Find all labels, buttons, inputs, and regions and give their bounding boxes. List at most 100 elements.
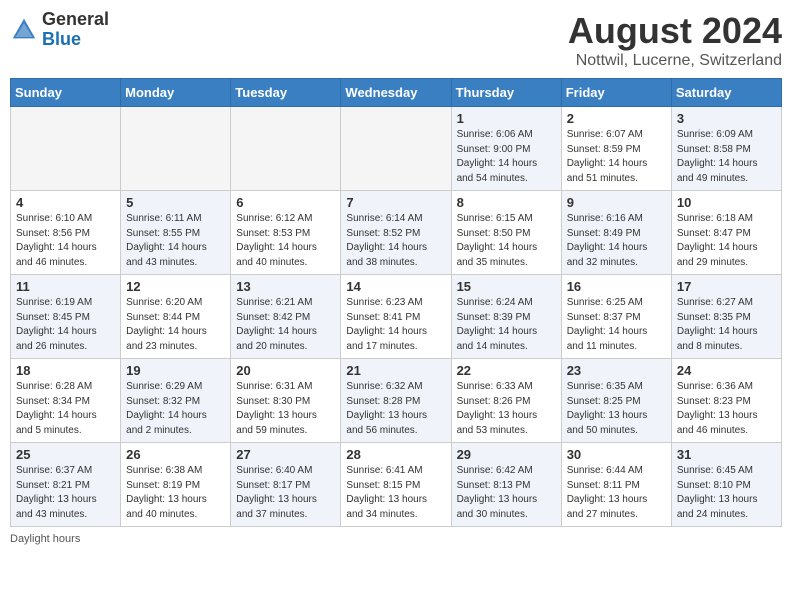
title-area: August 2024 Nottwil, Lucerne, Switzerlan…	[568, 10, 782, 70]
day-number: 29	[457, 447, 556, 462]
day-info: Sunrise: 6:35 AM Sunset: 8:25 PM Dayligh…	[567, 380, 666, 438]
day-header-friday: Friday	[561, 79, 671, 107]
calendar-cell: 6Sunrise: 6:12 AM Sunset: 8:53 PM Daylig…	[231, 191, 341, 275]
day-number: 1	[457, 111, 556, 126]
day-number: 24	[677, 363, 776, 378]
day-number: 28	[346, 447, 445, 462]
day-number: 16	[567, 279, 666, 294]
day-number: 9	[567, 195, 666, 210]
calendar-cell: 20 Sunrise: 6:31 AM Sunset: 8:30 PM Dayli…	[231, 359, 341, 443]
header: General Blue August 2024 Nottwil, Lucern…	[10, 10, 782, 70]
calendar-cell: 31 Sunrise: 6:45 AM Sunset: 8:10 PM Dayli…	[671, 443, 781, 527]
calendar-cell	[11, 107, 121, 191]
calendar-cell: 1Sunrise: 6:06 AM Sunset: 9:00 PM Daylig…	[451, 107, 561, 191]
day-info: Sunrise: 6:18 AM Sunset: 8:47 PM Dayligh…	[677, 212, 776, 270]
calendar-cell: 24 Sunrise: 6:36 AM Sunset: 8:23 PM Dayli…	[671, 359, 781, 443]
day-number: 4	[16, 195, 115, 210]
week-row-4: 18 Sunrise: 6:28 AM Sunset: 8:34 PM Dayli…	[11, 359, 782, 443]
day-info: Sunrise: 6:33 AM Sunset: 8:26 PM Dayligh…	[457, 380, 556, 438]
day-number: 20	[236, 363, 335, 378]
calendar-cell: 27Sunrise: 6:40 AM Sunset: 8:17 PM Dayli…	[231, 443, 341, 527]
day-number: 3	[677, 111, 776, 126]
day-number: 19	[126, 363, 225, 378]
day-info: Sunrise: 6:32 AM Sunset: 8:28 PM Dayligh…	[346, 380, 445, 438]
calendar-cell: 15 Sunrise: 6:24 AM Sunset: 8:39 PM Dayli…	[451, 275, 561, 359]
calendar-cell: 9Sunrise: 6:16 AM Sunset: 8:49 PM Daylig…	[561, 191, 671, 275]
day-info: Sunrise: 6:24 AM Sunset: 8:39 PM Dayligh…	[457, 296, 556, 354]
day-info: Sunrise: 6:15 AM Sunset: 8:50 PM Dayligh…	[457, 212, 556, 270]
day-header-saturday: Saturday	[671, 79, 781, 107]
day-number: 7	[346, 195, 445, 210]
day-number: 18	[16, 363, 115, 378]
day-number: 21	[346, 363, 445, 378]
day-info: Sunrise: 6:28 AM Sunset: 8:34 PM Dayligh…	[16, 380, 115, 438]
day-info: Sunrise: 6:31 AM Sunset: 8:30 PM Dayligh…	[236, 380, 335, 438]
calendar-cell: 19Sunrise: 6:29 AM Sunset: 8:32 PM Dayli…	[121, 359, 231, 443]
day-info: Sunrise: 6:42 AM Sunset: 8:13 PM Dayligh…	[457, 464, 556, 522]
week-row-2: 4 Sunrise: 6:10 AM Sunset: 8:56 PM Daylig…	[11, 191, 782, 275]
day-number: 31	[677, 447, 776, 462]
day-info: Sunrise: 6:09 AM Sunset: 8:58 PM Dayligh…	[677, 128, 776, 186]
logo: General Blue	[10, 10, 109, 50]
calendar-title: August 2024	[568, 10, 782, 52]
day-header-wednesday: Wednesday	[341, 79, 451, 107]
calendar-cell: 28 Sunrise: 6:41 AM Sunset: 8:15 PM Dayli…	[341, 443, 451, 527]
calendar-cell: 7 Sunrise: 6:14 AM Sunset: 8:52 PM Daylig…	[341, 191, 451, 275]
day-info: Sunrise: 6:21 AM Sunset: 8:42 PM Dayligh…	[236, 296, 335, 354]
calendar-cell	[231, 107, 341, 191]
calendar-cell: 8 Sunrise: 6:15 AM Sunset: 8:50 PM Daylig…	[451, 191, 561, 275]
calendar-cell: 17Sunrise: 6:27 AM Sunset: 8:35 PM Dayli…	[671, 275, 781, 359]
week-row-3: 11Sunrise: 6:19 AM Sunset: 8:45 PM Dayli…	[11, 275, 782, 359]
day-number: 23	[567, 363, 666, 378]
day-info: Sunrise: 6:14 AM Sunset: 8:52 PM Dayligh…	[346, 212, 445, 270]
calendar-table: SundayMondayTuesdayWednesdayThursdayFrid…	[10, 78, 782, 527]
day-number: 25	[16, 447, 115, 462]
day-number: 12	[126, 279, 225, 294]
calendar-cell: 10 Sunrise: 6:18 AM Sunset: 8:47 PM Dayli…	[671, 191, 781, 275]
day-number: 5	[126, 195, 225, 210]
calendar-cell: 29 Sunrise: 6:42 AM Sunset: 8:13 PM Dayli…	[451, 443, 561, 527]
day-info: Sunrise: 6:44 AM Sunset: 8:11 PM Dayligh…	[567, 464, 666, 522]
calendar-cell: 25 Sunrise: 6:37 AM Sunset: 8:21 PM Dayli…	[11, 443, 121, 527]
day-info: Sunrise: 6:45 AM Sunset: 8:10 PM Dayligh…	[677, 464, 776, 522]
day-header-sunday: Sunday	[11, 79, 121, 107]
day-info: Sunrise: 6:20 AM Sunset: 8:44 PM Dayligh…	[126, 296, 225, 354]
day-header-tuesday: Tuesday	[231, 79, 341, 107]
calendar-cell: 21 Sunrise: 6:32 AM Sunset: 8:28 PM Dayli…	[341, 359, 451, 443]
calendar-cell: 22 Sunrise: 6:33 AM Sunset: 8:26 PM Dayli…	[451, 359, 561, 443]
day-number: 8	[457, 195, 556, 210]
calendar-cell: 30 Sunrise: 6:44 AM Sunset: 8:11 PM Dayli…	[561, 443, 671, 527]
day-info: Sunrise: 6:07 AM Sunset: 8:59 PM Dayligh…	[567, 128, 666, 186]
day-info: Sunrise: 6:36 AM Sunset: 8:23 PM Dayligh…	[677, 380, 776, 438]
day-number: 22	[457, 363, 556, 378]
week-row-1: 1Sunrise: 6:06 AM Sunset: 9:00 PM Daylig…	[11, 107, 782, 191]
day-header-monday: Monday	[121, 79, 231, 107]
logo-icon	[10, 16, 38, 44]
day-number: 14	[346, 279, 445, 294]
day-info: Sunrise: 6:25 AM Sunset: 8:37 PM Dayligh…	[567, 296, 666, 354]
day-info: Sunrise: 6:41 AM Sunset: 8:15 PM Dayligh…	[346, 464, 445, 522]
calendar-subtitle: Nottwil, Lucerne, Switzerland	[568, 52, 782, 70]
day-number: 2	[567, 111, 666, 126]
day-number: 26	[126, 447, 225, 462]
week-row-5: 25 Sunrise: 6:37 AM Sunset: 8:21 PM Dayli…	[11, 443, 782, 527]
calendar-cell: 13 Sunrise: 6:21 AM Sunset: 8:42 PM Dayli…	[231, 275, 341, 359]
calendar-cell: 5 Sunrise: 6:11 AM Sunset: 8:55 PM Daylig…	[121, 191, 231, 275]
calendar-cell: 18 Sunrise: 6:28 AM Sunset: 8:34 PM Dayli…	[11, 359, 121, 443]
calendar-cell: 14Sunrise: 6:23 AM Sunset: 8:41 PM Dayli…	[341, 275, 451, 359]
calendar-cell: 16 Sunrise: 6:25 AM Sunset: 8:37 PM Dayli…	[561, 275, 671, 359]
calendar-cell: 23 Sunrise: 6:35 AM Sunset: 8:25 PM Dayli…	[561, 359, 671, 443]
day-number: 10	[677, 195, 776, 210]
day-info: Sunrise: 6:37 AM Sunset: 8:21 PM Dayligh…	[16, 464, 115, 522]
day-info: Sunrise: 6:10 AM Sunset: 8:56 PM Dayligh…	[16, 212, 115, 270]
day-number: 30	[567, 447, 666, 462]
day-info: Sunrise: 6:11 AM Sunset: 8:55 PM Dayligh…	[126, 212, 225, 270]
calendar-cell: 2 Sunrise: 6:07 AM Sunset: 8:59 PM Daylig…	[561, 107, 671, 191]
calendar-cell	[121, 107, 231, 191]
day-info: Sunrise: 6:19 AM Sunset: 8:45 PM Dayligh…	[16, 296, 115, 354]
footer-note: Daylight hours	[10, 533, 782, 545]
day-number: 13	[236, 279, 335, 294]
day-number: 15	[457, 279, 556, 294]
logo-text: General Blue	[42, 10, 109, 50]
day-number: 27	[236, 447, 335, 462]
